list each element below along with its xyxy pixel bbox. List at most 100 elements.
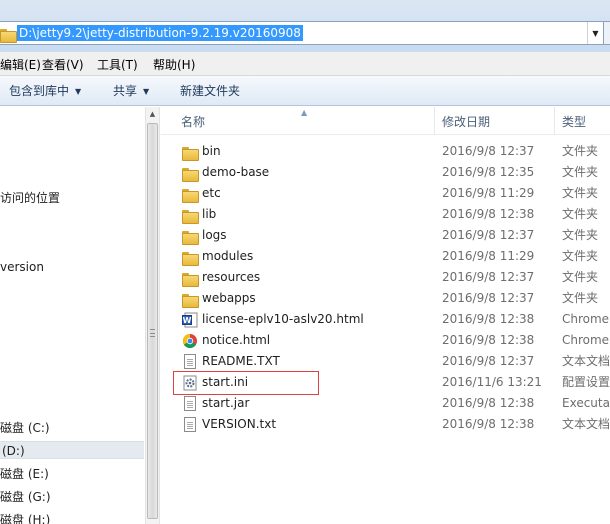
nav-item-version[interactable]: version: [0, 258, 44, 276]
grip-icon: [150, 329, 155, 337]
file-name: VERSION.txt: [202, 417, 277, 431]
address-dropdown-button[interactable]: ▼: [587, 22, 603, 44]
file-name: lib: [202, 207, 217, 221]
list-item[interactable]: VERSION.txt 2016/9/8 12:38 文本文档: [161, 414, 610, 435]
file-modified: 2016/9/8 11:29: [442, 249, 535, 263]
file-modified: 2016/9/8 11:29: [442, 186, 535, 200]
chevron-down-icon: ▼: [143, 87, 150, 96]
folder-icon: [182, 228, 199, 245]
share-label: 共享: [113, 84, 138, 98]
file-type: 文件夹: [562, 228, 599, 242]
file-type: 文件夹: [562, 291, 599, 305]
file-name: modules: [202, 249, 254, 263]
file-name: logs: [202, 228, 227, 242]
file-type: 文件夹: [562, 144, 599, 158]
file-type: 文本文档: [562, 417, 610, 431]
file-name: notice.html: [202, 333, 271, 347]
folder-icon: [0, 26, 17, 43]
file-type: 文件夹: [562, 186, 599, 200]
folder-icon: [182, 291, 199, 308]
column-divider[interactable]: [434, 107, 435, 135]
menu-view[interactable]: 查看(V): [42, 57, 84, 73]
jar-file-icon: [182, 396, 198, 412]
word-html-icon: W: [182, 312, 198, 328]
menu-bar: 编辑(E) 查看(V) 工具(T) 帮助(H): [0, 52, 610, 76]
file-type: 文件夹: [562, 165, 599, 179]
file-name: license-eplv10-aslv20.html: [202, 312, 364, 326]
include-in-library-label: 包含到库中: [9, 84, 70, 98]
menu-help[interactable]: 帮助(H): [153, 57, 195, 73]
file-modified: 2016/9/8 12:38: [442, 312, 535, 326]
menu-tools[interactable]: 工具(T): [97, 57, 138, 73]
file-name: demo-base: [202, 165, 270, 179]
folder-icon: [182, 144, 199, 161]
folder-icon: [182, 249, 199, 266]
scrollbar-thumb[interactable]: [147, 123, 158, 519]
list-item[interactable]: etc 2016/9/8 11:29 文件夹: [161, 183, 610, 204]
folder-icon: [182, 165, 199, 182]
file-name: bin: [202, 144, 221, 158]
scroll-up-arrow-icon[interactable]: ▲: [146, 107, 159, 121]
file-name: README.TXT: [202, 354, 280, 368]
chevron-down-icon: ▼: [592, 28, 599, 38]
nav-item-drive-e[interactable]: 磁盘 (E:): [0, 465, 49, 483]
navigation-pane: 访问的位置 version 磁盘 (C:) (D:) 磁盘 (E:) 磁盘 (G…: [0, 107, 145, 524]
nav-item-drive-c[interactable]: 磁盘 (C:): [0, 419, 50, 437]
column-name[interactable]: 名称: [181, 114, 205, 130]
nav-item-drive-d[interactable]: (D:): [0, 441, 144, 459]
address-bar[interactable]: D:\jetty9.2\jetty-distribution-9.2.19.v2…: [0, 21, 604, 45]
list-item[interactable]: logs 2016/9/8 12:37 文件夹: [161, 225, 610, 246]
nav-item-drive-d-label: (D:): [2, 444, 25, 458]
file-modified: 2016/9/8 12:38: [442, 417, 535, 431]
chrome-icon: [182, 333, 198, 349]
list-item[interactable]: bin 2016/9/8 12:37 文件夹: [161, 141, 610, 162]
file-modified: 2016/9/8 12:37: [442, 291, 535, 305]
share-button[interactable]: 共享 ▼: [113, 83, 149, 99]
file-type: 文件夹: [562, 270, 599, 284]
command-toolbar: 包含到库中 ▼ 共享 ▼ 新建文件夹: [0, 76, 610, 106]
file-list: ▲ 名称 修改日期 类型 bin 2016/9/8 12:37 文件夹 demo-ba…: [161, 107, 610, 524]
nav-item-drive-h[interactable]: 磁盘 (H:): [0, 511, 50, 524]
nav-item-recent-places[interactable]: 访问的位置: [0, 189, 60, 207]
column-type[interactable]: 类型: [562, 114, 586, 130]
folder-icon: [182, 270, 199, 287]
file-type: 文件夹: [562, 207, 599, 221]
list-item[interactable]: notice.html 2016/9/8 12:38 Chrome: [161, 330, 610, 351]
folder-icon: [182, 207, 199, 224]
list-item[interactable]: webapps 2016/9/8 12:37 文件夹: [161, 288, 610, 309]
list-item[interactable]: resources 2016/9/8 12:37 文件夹: [161, 267, 610, 288]
list-item[interactable]: modules 2016/9/8 11:29 文件夹: [161, 246, 610, 267]
list-item[interactable]: lib 2016/9/8 12:38 文件夹: [161, 204, 610, 225]
address-path[interactable]: D:\jetty9.2\jetty-distribution-9.2.19.v2…: [17, 25, 303, 41]
highlight-annotation-box: [173, 371, 319, 395]
list-item[interactable]: Wlicense-eplv10-aslv20.html 2016/9/8 12:3…: [161, 309, 610, 330]
file-type: Chrome: [562, 333, 610, 347]
list-item[interactable]: start.jar 2016/9/8 12:38 Executable: [161, 393, 610, 414]
file-type: Chrome: [562, 312, 610, 326]
svg-text:W: W: [183, 316, 192, 325]
chevron-down-icon: ▼: [75, 87, 82, 96]
menu-edit[interactable]: 编辑(E): [0, 57, 41, 73]
column-header: ▲ 名称 修改日期 类型: [161, 107, 610, 135]
file-type: 文件夹: [562, 249, 599, 263]
list-item[interactable]: demo-base 2016/9/8 12:35 文件夹: [161, 162, 610, 183]
search-box-edge[interactable]: [604, 21, 610, 45]
column-modified[interactable]: 修改日期: [442, 114, 490, 130]
list-item[interactable]: README.TXT 2016/9/8 12:37 文本文档: [161, 351, 610, 372]
nav-item-drive-g[interactable]: 磁盘 (G:): [0, 488, 51, 506]
text-file-icon: [182, 354, 198, 370]
column-divider[interactable]: [554, 107, 555, 135]
file-name: start.jar: [202, 396, 250, 410]
address-bar-area: D:\jetty9.2\jetty-distribution-9.2.19.v2…: [0, 0, 610, 52]
navigation-scrollbar[interactable]: ▲: [145, 107, 160, 524]
include-in-library-button[interactable]: 包含到库中 ▼: [9, 83, 81, 99]
file-type: 配置设置: [562, 375, 610, 389]
file-modified: 2016/9/8 12:37: [442, 144, 535, 158]
file-modified: 2016/9/8 12:37: [442, 354, 535, 368]
file-modified: 2016/9/8 12:38: [442, 333, 535, 347]
file-modified: 2016/11/6 13:21: [442, 375, 542, 389]
file-type: Executable: [562, 396, 610, 410]
new-folder-button[interactable]: 新建文件夹: [180, 83, 240, 99]
file-modified: 2016/9/8 12:37: [442, 228, 535, 242]
file-name: resources: [202, 270, 261, 284]
